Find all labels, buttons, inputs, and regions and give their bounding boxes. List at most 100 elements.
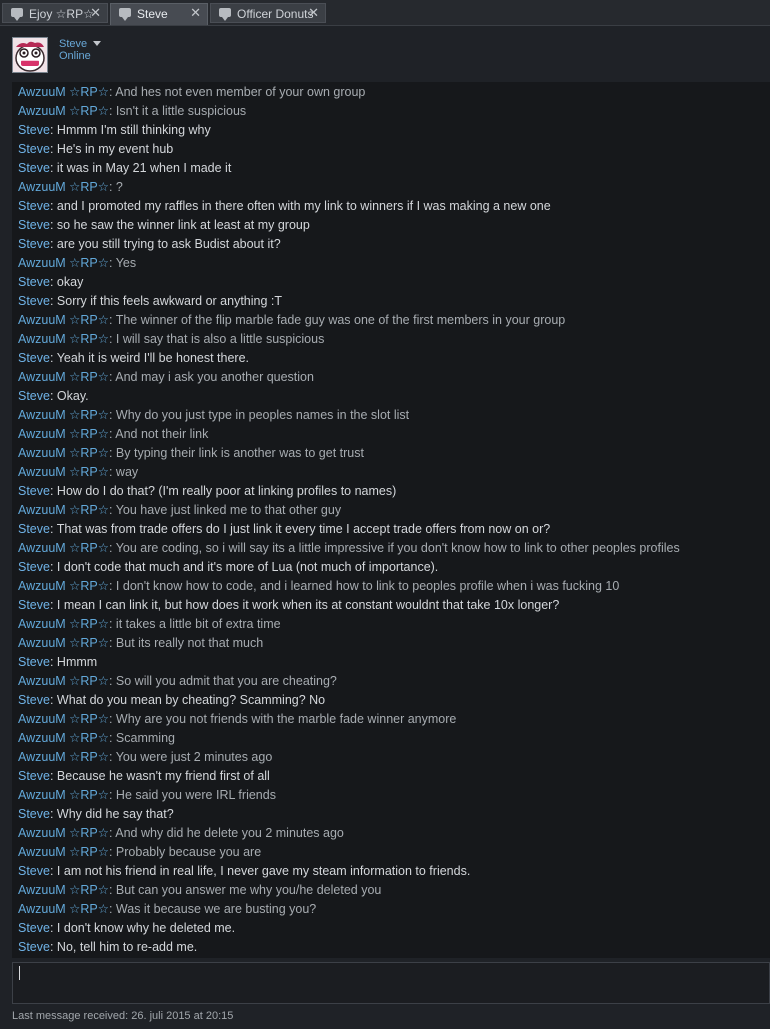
message-sender[interactable]: Steve (18, 693, 50, 707)
sender-separator: : (49, 275, 57, 289)
message-text: That was from trade offers do I just lin… (56, 522, 551, 536)
message-sender[interactable]: AwzuuM ☆RP☆ (18, 826, 109, 840)
message-sender[interactable]: Steve (18, 389, 50, 403)
message-sender[interactable]: AwzuuM ☆RP☆ (18, 180, 109, 194)
chat-message: Steve: What do you mean by cheating? Sca… (18, 691, 325, 710)
message-sender[interactable]: AwzuuM ☆RP☆ (18, 332, 109, 346)
message-sender[interactable]: Steve (18, 275, 50, 289)
message-sender[interactable]: Steve (18, 161, 50, 175)
avatar[interactable] (12, 37, 48, 73)
message-sender[interactable]: AwzuuM ☆RP☆ (18, 256, 109, 270)
chat-message: AwzuuM ☆RP☆: Yes (18, 254, 136, 273)
close-icon[interactable]: ✕ (90, 6, 101, 20)
message-sender[interactable]: AwzuuM ☆RP☆ (18, 313, 109, 327)
chat-message: Steve: No, tell him to re-add me. (18, 938, 197, 957)
message-sender[interactable]: Steve (18, 940, 50, 954)
sender-separator: : (49, 389, 57, 403)
chat-message: Steve: and I promoted my raffles in ther… (18, 197, 551, 216)
message-sender[interactable]: Steve (18, 123, 50, 137)
message-sender[interactable]: AwzuuM ☆RP☆ (18, 85, 109, 99)
message-text: I will say that is also a little suspici… (115, 332, 325, 346)
chat-message: AwzuuM ☆RP☆: The winner of the flip marb… (18, 311, 565, 330)
sender-separator: : (49, 769, 57, 783)
tab-officer-donuts[interactable]: Officer Donuts ✕ (210, 3, 326, 23)
message-text: ? (115, 180, 123, 194)
message-sender[interactable]: Steve (18, 218, 50, 232)
message-sender[interactable]: AwzuuM ☆RP☆ (18, 750, 109, 764)
sender-separator: : (108, 180, 116, 194)
friend-name[interactable]: Steve (59, 38, 87, 50)
message-text: I am not his friend in real life, I neve… (56, 864, 471, 878)
message-sender[interactable]: AwzuuM ☆RP☆ (18, 465, 109, 479)
tab-steve[interactable]: Steve ✕ (110, 3, 208, 26)
sender-separator: : (108, 579, 116, 593)
message-sender[interactable]: AwzuuM ☆RP☆ (18, 541, 109, 555)
message-sender[interactable]: AwzuuM ☆RP☆ (18, 579, 109, 593)
message-sender[interactable]: Steve (18, 522, 50, 536)
message-sender[interactable]: Steve (18, 598, 50, 612)
chat-message: AwzuuM ☆RP☆: By typing their link is ano… (18, 444, 364, 463)
chat-message: Steve: Hmmm I'm still thinking why (18, 121, 211, 140)
message-sender[interactable]: Steve (18, 142, 50, 156)
avatar-image (13, 38, 47, 72)
sender-separator: : (108, 541, 116, 555)
sender-separator: : (49, 560, 57, 574)
message-text: Probably because you are (115, 845, 262, 859)
chat-message: AwzuuM ☆RP☆: He said you were IRL friend… (18, 786, 276, 805)
chevron-down-icon[interactable] (93, 41, 101, 46)
chat-message: Steve: Why did he say that? (18, 805, 174, 824)
message-text: Was it because we are busting you? (115, 902, 317, 916)
message-sender[interactable]: Steve (18, 294, 50, 308)
message-sender[interactable]: AwzuuM ☆RP☆ (18, 370, 109, 384)
message-sender[interactable]: Steve (18, 351, 50, 365)
message-sender[interactable]: AwzuuM ☆RP☆ (18, 636, 109, 650)
message-sender[interactable]: Steve (18, 484, 50, 498)
message-sender[interactable]: AwzuuM ☆RP☆ (18, 104, 109, 118)
close-icon[interactable]: ✕ (190, 6, 201, 20)
message-sender[interactable]: AwzuuM ☆RP☆ (18, 902, 109, 916)
message-sender[interactable]: Steve (18, 807, 50, 821)
message-sender[interactable]: Steve (18, 199, 50, 213)
message-text: way (115, 465, 139, 479)
chat-message: Steve: I don't code that much and it's m… (18, 558, 438, 577)
last-message-info: Last message received: 26. juli 2015 at … (12, 1010, 234, 1022)
message-sender[interactable]: AwzuuM ☆RP☆ (18, 731, 109, 745)
message-sender[interactable]: AwzuuM ☆RP☆ (18, 883, 109, 897)
message-sender[interactable]: AwzuuM ☆RP☆ (18, 788, 109, 802)
message-sender[interactable]: Steve (18, 560, 50, 574)
sender-separator: : (108, 332, 116, 346)
message-sender[interactable]: AwzuuM ☆RP☆ (18, 427, 109, 441)
message-text: You have just linked me to that other gu… (115, 503, 342, 517)
message-sender[interactable]: AwzuuM ☆RP☆ (18, 446, 109, 460)
tab-ejoy[interactable]: Ejoy ☆RP☆ ✕ (2, 3, 108, 23)
chat-message: Steve: I mean I can link it, but how doe… (18, 596, 559, 615)
message-sender[interactable]: AwzuuM ☆RP☆ (18, 408, 109, 422)
message-text: How do I do that? (I'm really poor at li… (56, 484, 397, 498)
sender-separator: : (108, 617, 116, 631)
message-sender[interactable]: Steve (18, 921, 50, 935)
chat-message: AwzuuM ☆RP☆: And why did he delete you 2… (18, 824, 344, 843)
message-sender[interactable]: AwzuuM ☆RP☆ (18, 845, 109, 859)
message-sender[interactable]: Steve (18, 655, 50, 669)
sender-separator: : (108, 883, 116, 897)
sender-separator: : (49, 237, 57, 251)
chat-message: AwzuuM ☆RP☆: it takes a little bit of ex… (18, 615, 281, 634)
message-input[interactable] (12, 962, 770, 1004)
sender-separator: : (49, 807, 57, 821)
sender-separator: : (108, 845, 116, 859)
sender-separator: : (49, 921, 57, 935)
chat-message: AwzuuM ☆RP☆: Probably because you are (18, 843, 261, 862)
sender-separator: : (108, 731, 116, 745)
message-text: Because he wasn't my friend first of all (56, 769, 270, 783)
chat-log[interactable]: AwzuuM ☆RP☆: And hes not even member of … (12, 82, 770, 958)
message-text: He said you were IRL friends (115, 788, 276, 802)
message-sender[interactable]: AwzuuM ☆RP☆ (18, 617, 109, 631)
message-sender[interactable]: AwzuuM ☆RP☆ (18, 503, 109, 517)
chat-message: Steve: Yeah it is weird I'll be honest t… (18, 349, 249, 368)
message-sender[interactable]: AwzuuM ☆RP☆ (18, 674, 109, 688)
message-sender[interactable]: Steve (18, 237, 50, 251)
message-sender[interactable]: Steve (18, 769, 50, 783)
message-sender[interactable]: Steve (18, 864, 50, 878)
message-sender[interactable]: AwzuuM ☆RP☆ (18, 712, 109, 726)
close-icon[interactable]: ✕ (308, 6, 319, 20)
